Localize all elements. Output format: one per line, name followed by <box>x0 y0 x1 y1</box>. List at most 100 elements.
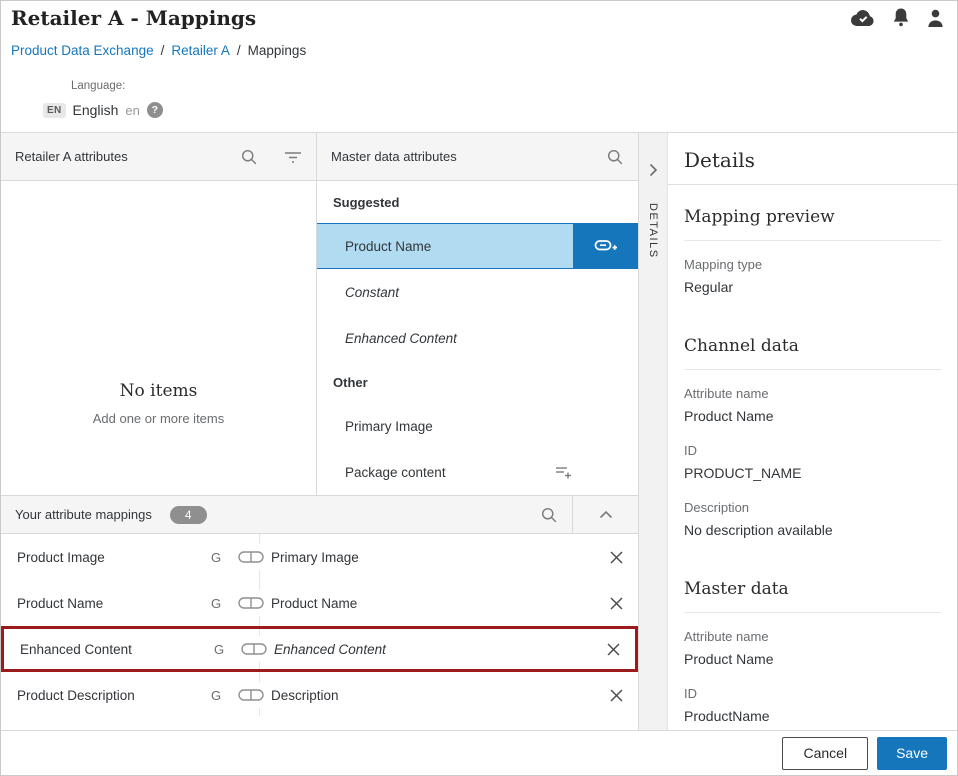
close-icon <box>610 597 623 610</box>
master-attributes-list: Suggested Product Name Constant Enhanced… <box>317 181 638 495</box>
language-selector: EN English en ? <box>43 102 947 118</box>
create-mapping-link-button[interactable] <box>573 224 638 268</box>
mapping-preview-heading: Mapping preview <box>684 185 941 241</box>
empty-state-title: No items <box>1 381 316 401</box>
master-attributes-title: Master data attributes <box>331 149 457 164</box>
details-body: Mapping preview Mapping type Regular Cha… <box>668 185 957 730</box>
mapping-scope-badge: G <box>201 688 231 703</box>
master-attributes-header: Master data attributes <box>317 133 638 181</box>
master-id-value: ProductName <box>684 708 941 724</box>
cloud-sync-icon[interactable] <box>850 8 876 27</box>
chevron-up-icon <box>599 510 613 519</box>
mapping-workspace: Retailer A attributes No items Add <box>1 133 638 730</box>
channel-description-value: No description available <box>684 522 941 538</box>
breadcrumb-mappings: Mappings <box>248 43 307 58</box>
master-item-primary-image[interactable]: Primary Image <box>317 403 638 449</box>
mapping-scope-badge: G <box>201 550 231 565</box>
search-icon[interactable] <box>240 148 258 166</box>
retailer-attributes-title: Retailer A attributes <box>15 149 128 164</box>
mapping-row-product-image[interactable]: Product Image G Primary Image <box>1 534 638 580</box>
close-icon <box>610 689 623 702</box>
breadcrumb-separator: / <box>161 43 165 58</box>
help-icon[interactable]: ? <box>147 102 163 118</box>
details-collapse-strip[interactable]: DETAILS <box>638 133 668 730</box>
master-item-label: Product Name <box>345 239 573 254</box>
language-label: Language: <box>71 80 947 92</box>
mapping-source: Product Name <box>1 596 201 611</box>
remove-mapping-button[interactable] <box>591 643 635 656</box>
remove-mapping-button[interactable] <box>594 597 638 610</box>
master-item-enhanced-content[interactable]: Enhanced Content <box>317 315 638 361</box>
master-item-label: Enhanced Content <box>345 331 457 346</box>
channel-id-value: PRODUCT_NAME <box>684 465 941 481</box>
language-code-badge: EN <box>43 103 66 118</box>
mappings-count-badge: 4 <box>170 506 207 524</box>
search-icon[interactable] <box>540 506 558 524</box>
master-item-package-content[interactable]: Package content <box>317 449 638 495</box>
remove-mapping-button[interactable] <box>594 689 638 702</box>
master-attribute-name-label: Attribute name <box>684 629 941 644</box>
channel-data-heading: Channel data <box>684 314 941 370</box>
page-title: Retailer A - Mappings <box>11 6 947 30</box>
search-icon[interactable] <box>606 148 624 166</box>
mapping-source: Product Description <box>1 688 201 703</box>
breadcrumb-separator: / <box>237 43 241 58</box>
master-item-product-name[interactable]: Product Name <box>317 223 638 269</box>
mapping-row-product-name[interactable]: Product Name G Product Name <box>1 580 638 626</box>
mapping-source: Enhanced Content <box>4 642 204 657</box>
remove-mapping-button[interactable] <box>594 551 638 564</box>
mapping-type-value: Regular <box>684 279 941 295</box>
attribute-mappings-header: Your attribute mappings 4 <box>1 496 638 534</box>
mapping-target: Description <box>271 688 594 703</box>
mapping-target: Primary Image <box>271 550 594 565</box>
retailer-attributes-header: Retailer A attributes <box>1 133 316 181</box>
attribute-panels: Retailer A attributes No items Add <box>1 133 638 495</box>
mapping-type-label: Mapping type <box>684 257 941 272</box>
mapping-link-icon <box>234 636 274 662</box>
collapse-panel-button[interactable] <box>573 496 638 533</box>
cancel-button[interactable]: Cancel <box>782 737 868 770</box>
close-icon <box>607 643 620 656</box>
filter-icon[interactable] <box>284 150 302 164</box>
close-icon <box>610 551 623 564</box>
attribute-mappings-title: Your attribute mappings <box>15 507 152 522</box>
footer-bar: Cancel Save <box>1 730 957 775</box>
mapping-rows: Product Image G Primary Image Product Na… <box>1 534 638 730</box>
mapping-source: Product Image <box>1 550 201 565</box>
master-item-constant[interactable]: Constant <box>317 269 638 315</box>
topbar-actions <box>850 7 945 28</box>
mapping-link-icon <box>231 590 271 616</box>
master-attribute-name-value: Product Name <box>684 651 941 667</box>
user-avatar-icon[interactable] <box>926 8 945 28</box>
breadcrumb-retailer-a[interactable]: Retailer A <box>171 43 230 58</box>
group-header-other: Other <box>317 361 638 403</box>
mapping-scope-badge: G <box>204 642 234 657</box>
save-button[interactable]: Save <box>877 737 947 770</box>
channel-attribute-name-label: Attribute name <box>684 386 941 401</box>
attribute-mappings-header-main: Your attribute mappings 4 <box>1 496 573 533</box>
retailer-attributes-panel: Retailer A attributes No items Add <box>1 133 317 495</box>
details-tab-label: DETAILS <box>647 203 659 259</box>
mapping-target: Enhanced Content <box>274 642 591 657</box>
language-name: English <box>73 102 119 118</box>
master-item-label: Constant <box>345 285 399 300</box>
empty-state-subtitle: Add one or more items <box>1 411 316 426</box>
add-to-list-icon[interactable] <box>555 465 572 479</box>
mapping-target: Product Name <box>271 596 594 611</box>
channel-id-label: ID <box>684 443 941 458</box>
mapping-link-icon <box>231 544 271 570</box>
attribute-mappings-panel: Your attribute mappings 4 Product Image … <box>1 495 638 730</box>
master-item-label: Package content <box>345 465 446 480</box>
breadcrumb-product-data-exchange[interactable]: Product Data Exchange <box>11 43 154 58</box>
mapping-row-enhanced-content[interactable]: Enhanced Content G Enhanced Content <box>1 626 638 672</box>
mapping-row-product-description[interactable]: Product Description G Description <box>1 672 638 718</box>
breadcrumb: Product Data Exchange / Retailer A / Map… <box>11 43 947 58</box>
channel-description-label: Description <box>684 500 941 515</box>
master-id-label: ID <box>684 686 941 701</box>
chevron-right-icon <box>649 163 658 177</box>
notifications-bell-icon[interactable] <box>891 7 911 28</box>
master-item-label: Primary Image <box>345 419 433 434</box>
language-locale: en <box>125 103 139 118</box>
details-title: Details <box>668 133 957 185</box>
group-header-suggested: Suggested <box>317 181 638 223</box>
